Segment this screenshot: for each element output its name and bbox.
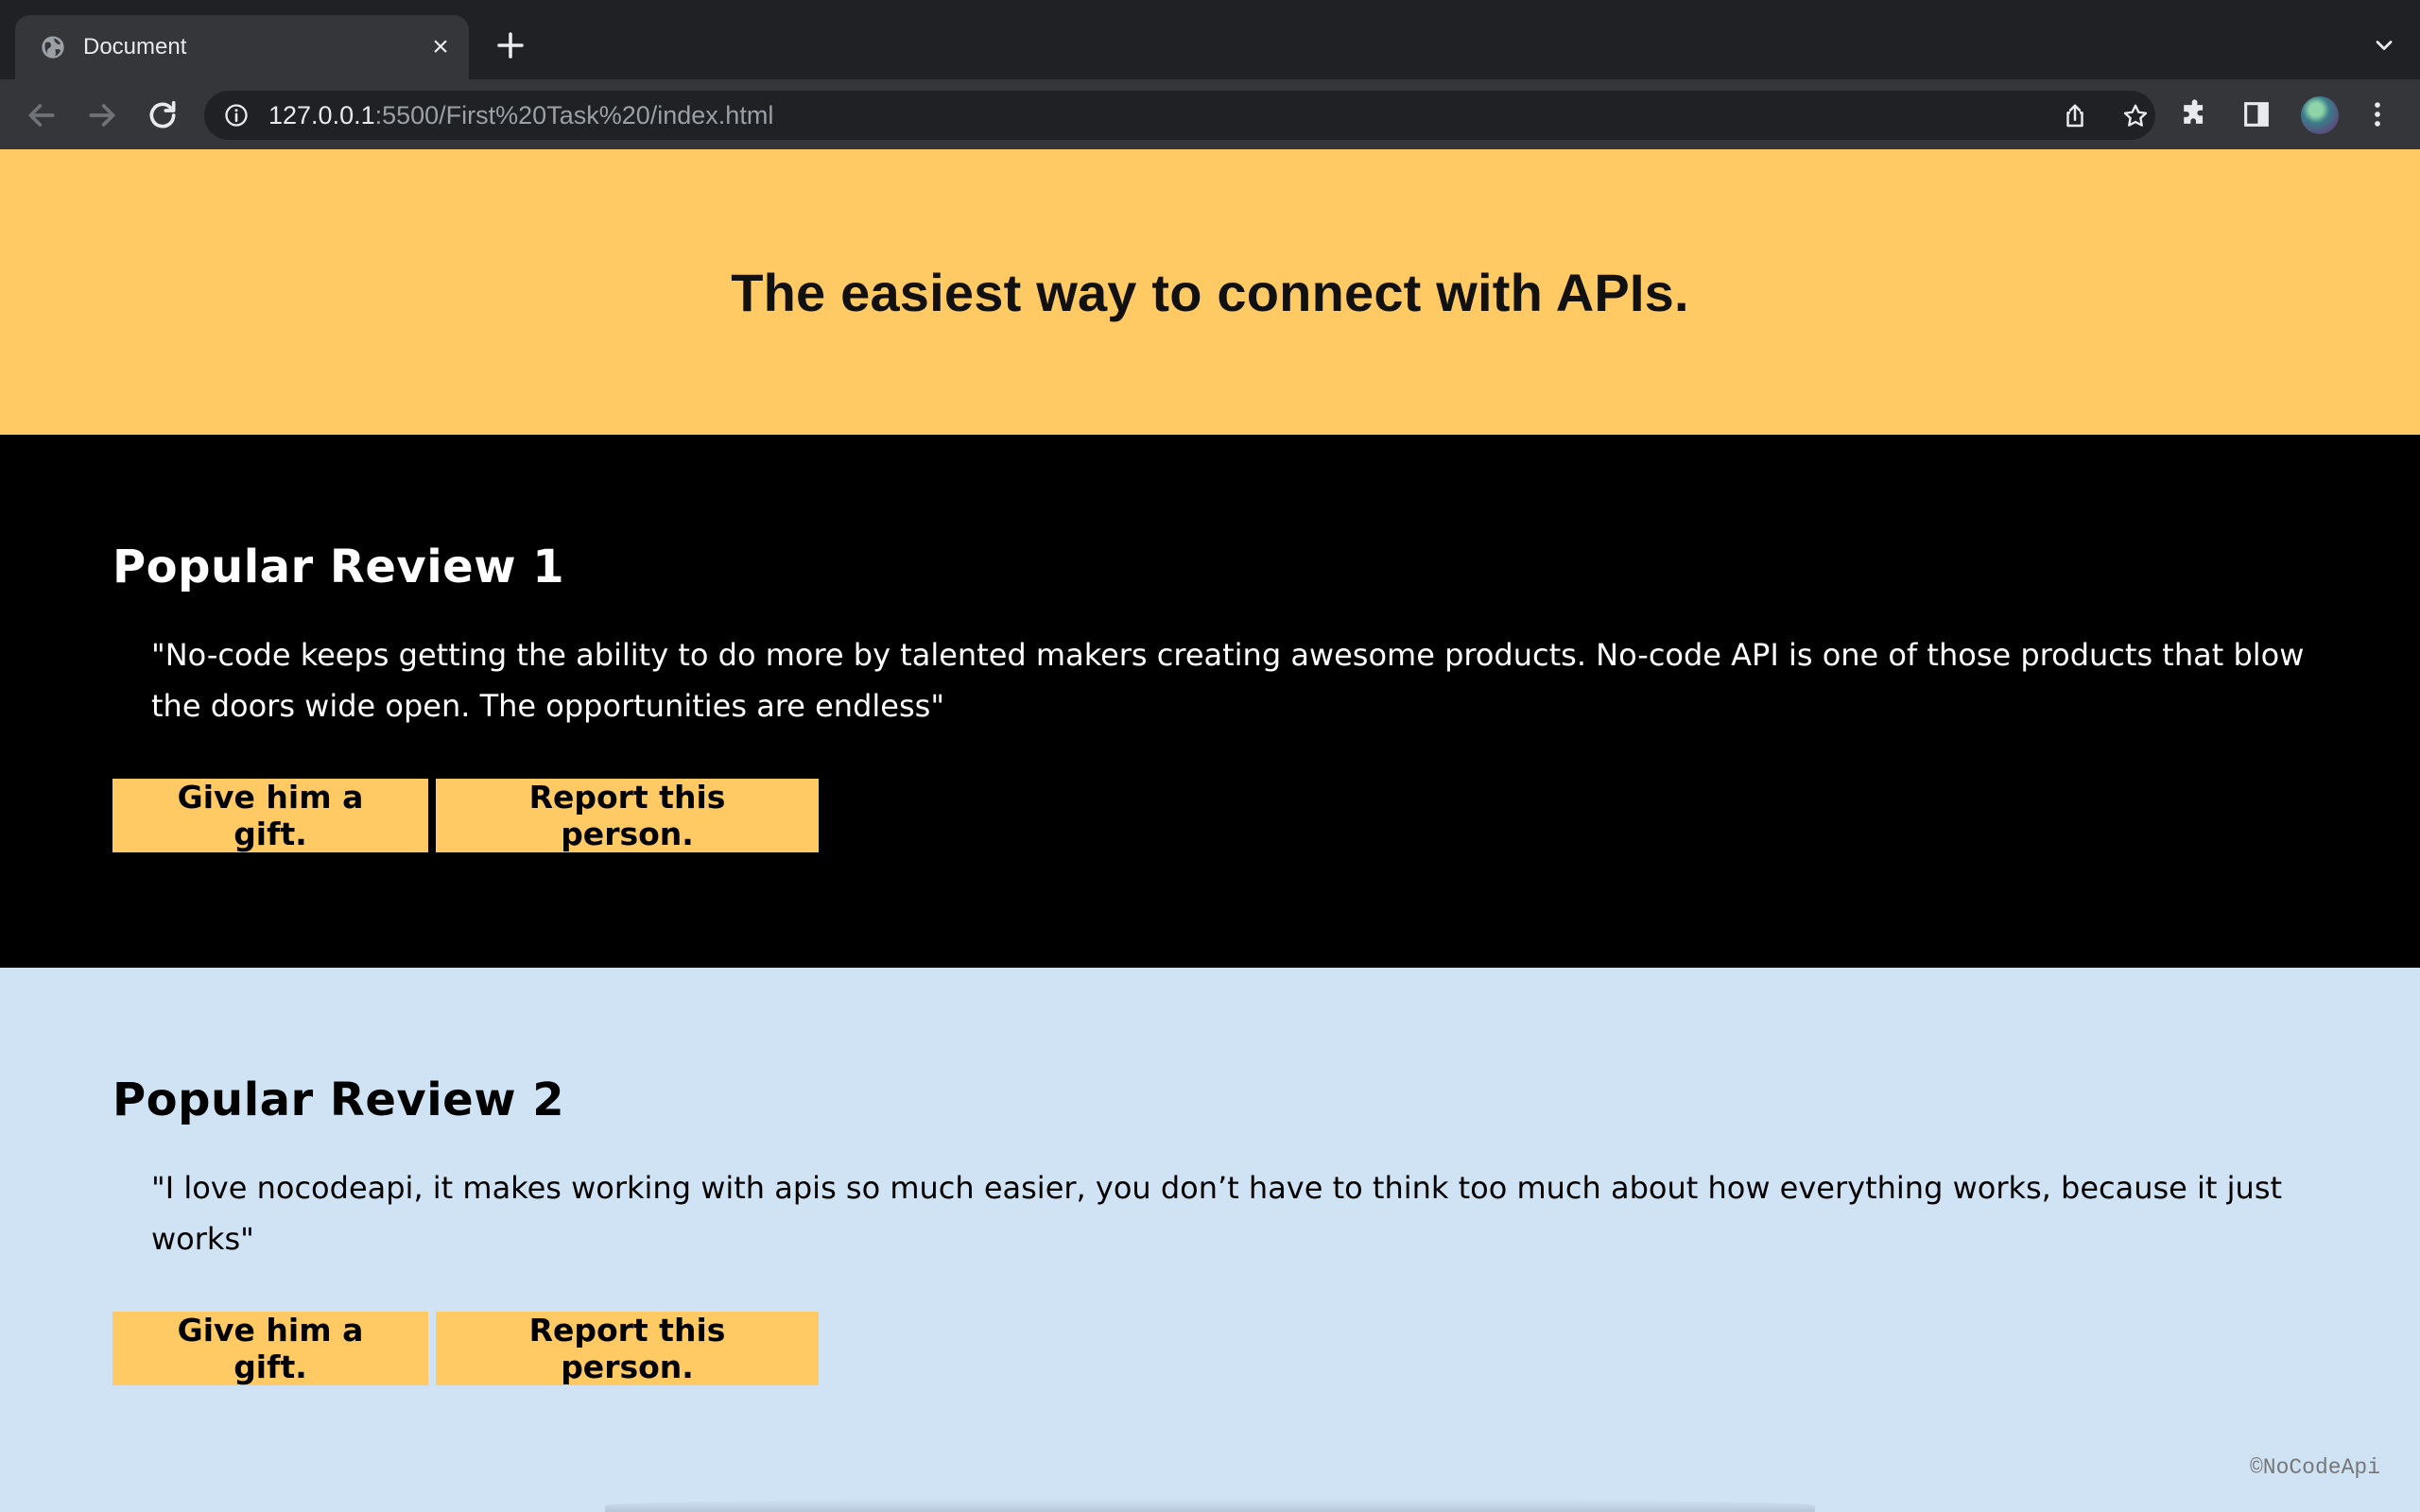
globe-icon — [42, 36, 64, 59]
url-host: 127.0.0.1 — [268, 101, 375, 129]
give-gift-button[interactable]: Give him a gift. — [112, 1312, 428, 1385]
url-text[interactable]: 127.0.0.1:5500/First%20Task%20/index.htm… — [268, 97, 773, 133]
give-gift-button[interactable]: Give him a gift. — [112, 779, 428, 852]
review-title: Popular Review 1 — [112, 541, 565, 593]
address-bar[interactable]: 127.0.0.1:5500/First%20Task%20/index.htm… — [204, 91, 2155, 140]
bottom-shadow — [605, 1499, 1815, 1512]
tab-strip: Document × — [0, 0, 2420, 79]
kebab-menu-icon[interactable] — [2361, 98, 2394, 130]
reload-icon[interactable] — [144, 96, 182, 134]
browser-tab[interactable]: Document × — [15, 15, 469, 79]
star-icon[interactable] — [2121, 102, 2150, 130]
review-quote: "No-code keeps getting the ability to do… — [151, 637, 2305, 724]
puzzle-icon[interactable] — [2180, 98, 2212, 130]
side-panel-icon[interactable] — [2240, 98, 2273, 130]
copyright-footer: ©NoCodeApi — [2249, 1455, 2380, 1480]
review-quote: "I love nocodeapi, it makes working with… — [151, 1170, 2283, 1257]
arrow-right-icon[interactable] — [83, 96, 121, 134]
tab-close-button[interactable]: × — [425, 32, 456, 62]
plus-icon[interactable] — [493, 28, 527, 62]
report-person-button[interactable]: Report this person. — [436, 779, 819, 852]
info-icon[interactable] — [223, 102, 250, 129]
share-icon[interactable] — [2061, 102, 2089, 130]
hero-title: The easiest way to connect with APIs. — [731, 262, 1689, 322]
browser-toolbar: 127.0.0.1:5500/First%20Task%20/index.htm… — [0, 79, 2420, 149]
review-title: Popular Review 2 — [112, 1074, 565, 1126]
arrow-left-icon[interactable] — [23, 96, 60, 134]
page-content: The easiest way to connect with APIs. Po… — [0, 149, 2420, 1512]
review-card-1: Popular Review 1 "No-code keeps getting … — [0, 435, 2420, 968]
review-actions: Give him a gift. Report this person. — [112, 779, 819, 852]
profile-avatar[interactable] — [2301, 96, 2339, 134]
chevron-down-icon[interactable] — [2371, 32, 2397, 59]
review-card-2: Popular Review 2 "I love nocodeapi, it m… — [0, 968, 2420, 1512]
tab-title: Document — [83, 34, 187, 60]
url-path: :5500/First%20Task%20/index.html — [374, 101, 774, 129]
review-actions: Give him a gift. Report this person. — [112, 1312, 819, 1385]
report-person-button[interactable]: Report this person. — [436, 1312, 819, 1385]
hero-banner: The easiest way to connect with APIs. — [0, 149, 2420, 435]
